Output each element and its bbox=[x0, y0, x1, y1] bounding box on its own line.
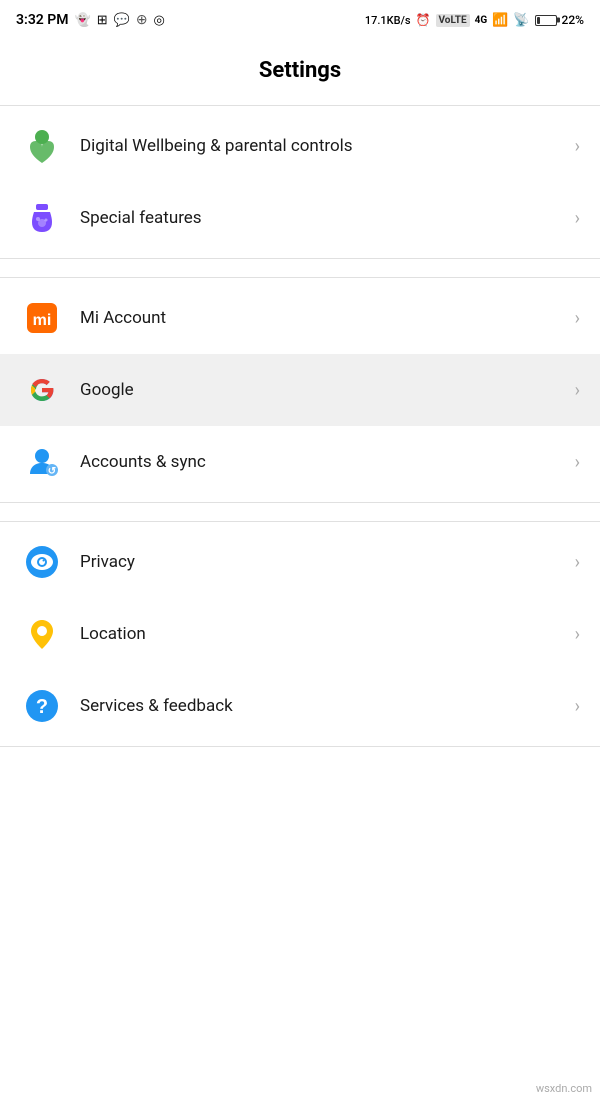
signal-bars-icon: 📶 bbox=[492, 13, 508, 28]
vol-icon: VoLTE bbox=[436, 14, 470, 27]
google-chevron: › bbox=[575, 380, 580, 401]
services-svg: ? bbox=[24, 688, 60, 724]
settings-item-services-feedback[interactable]: ? Services & feedback › bbox=[0, 670, 600, 742]
google-label: Google bbox=[80, 379, 575, 401]
settings-item-digital-wellbeing[interactable]: Digital Wellbeing & parental controls › bbox=[0, 110, 600, 182]
watermark: wsxdn.com bbox=[536, 1082, 592, 1095]
accounts-sync-chevron: › bbox=[575, 452, 580, 473]
accounts-sync-label: Accounts & sync bbox=[80, 451, 575, 473]
services-feedback-icon: ? bbox=[20, 684, 64, 728]
location-chevron: › bbox=[575, 624, 580, 645]
status-bar-right: 17.1KB/s ⏰ VoLTE 4G 📶 📡 22% bbox=[365, 13, 584, 28]
mi-icon-svg: mi bbox=[23, 299, 61, 337]
network-speed: 17.1KB/s bbox=[365, 14, 411, 27]
services-feedback-label: Services & feedback bbox=[80, 695, 575, 717]
accounts-sync-icon: ↺ bbox=[20, 440, 64, 484]
wifi-icon: 📡 bbox=[513, 13, 529, 28]
svg-text:mi: mi bbox=[33, 312, 52, 329]
status-time: 3:32 PM bbox=[16, 12, 69, 28]
privacy-chevron: › bbox=[575, 552, 580, 573]
privacy-svg bbox=[24, 544, 60, 580]
settings-item-privacy[interactable]: Privacy › bbox=[0, 526, 600, 598]
divider-top-section2 bbox=[0, 277, 600, 278]
special-features-svg bbox=[24, 200, 60, 236]
whatsapp-icon: 💬 bbox=[114, 13, 130, 28]
settings-item-mi-account[interactable]: mi Mi Account › bbox=[0, 282, 600, 354]
google-svg bbox=[24, 372, 60, 408]
accounts-svg: ↺ bbox=[24, 444, 60, 480]
snapchat-icon: 👻 bbox=[75, 13, 91, 28]
google-icon bbox=[20, 368, 64, 412]
special-features-label: Special features bbox=[80, 207, 575, 229]
divider-bottom-section2 bbox=[0, 502, 600, 503]
mi-account-icon: mi bbox=[20, 296, 64, 340]
settings-section-2: mi Mi Account › Google › bbox=[0, 282, 600, 498]
battery-percent: 22% bbox=[562, 13, 584, 27]
location-icon bbox=[20, 612, 64, 656]
page-title: Settings bbox=[0, 58, 600, 83]
settings-item-special-features[interactable]: Special features › bbox=[0, 182, 600, 254]
settings-section-3: Privacy › Location › ? Services & feedba… bbox=[0, 526, 600, 742]
location-svg bbox=[24, 616, 60, 652]
crosshair-icon: ⊕ bbox=[136, 12, 148, 28]
status-bar: 3:32 PM 👻 ⊞ 💬 ⊕ ◎ 17.1KB/s ⏰ VoLTE 4G 📶 … bbox=[0, 0, 600, 40]
divider-bottom-section3 bbox=[0, 746, 600, 747]
wellbeing-chevron: › bbox=[575, 136, 580, 157]
location-label: Location bbox=[80, 623, 575, 645]
settings-item-location[interactable]: Location › bbox=[0, 598, 600, 670]
divider-top-section3 bbox=[0, 521, 600, 522]
svg-text:↺: ↺ bbox=[48, 466, 56, 477]
grid-icon: ⊞ bbox=[97, 13, 108, 28]
settings-section-1: Digital Wellbeing & parental controls › … bbox=[0, 110, 600, 254]
special-features-icon bbox=[20, 196, 64, 240]
wellbeing-svg bbox=[23, 127, 61, 165]
settings-item-accounts-sync[interactable]: ↺ Accounts & sync › bbox=[0, 426, 600, 498]
alarm-icon: ⏰ bbox=[416, 13, 431, 27]
privacy-label: Privacy bbox=[80, 551, 575, 573]
gap-1 bbox=[0, 263, 600, 273]
mi-account-chevron: › bbox=[575, 308, 580, 329]
wellbeing-label: Digital Wellbeing & parental controls bbox=[80, 135, 575, 157]
battery-indicator bbox=[535, 15, 557, 26]
svg-text:?: ? bbox=[36, 696, 48, 718]
wellbeing-icon bbox=[20, 124, 64, 168]
divider-top-section1 bbox=[0, 105, 600, 106]
page-title-container: Settings bbox=[0, 40, 600, 101]
signal-4g-icon: 4G bbox=[475, 15, 488, 26]
privacy-icon bbox=[20, 540, 64, 584]
mi-account-label: Mi Account bbox=[80, 307, 575, 329]
special-features-chevron: › bbox=[575, 208, 580, 229]
settings-item-google[interactable]: Google › bbox=[0, 354, 600, 426]
status-bar-left: 3:32 PM 👻 ⊞ 💬 ⊕ ◎ bbox=[16, 12, 165, 28]
instagram-icon: ◎ bbox=[154, 13, 165, 28]
services-feedback-chevron: › bbox=[575, 696, 580, 717]
gap-2 bbox=[0, 507, 600, 517]
divider-bottom-section1 bbox=[0, 258, 600, 259]
